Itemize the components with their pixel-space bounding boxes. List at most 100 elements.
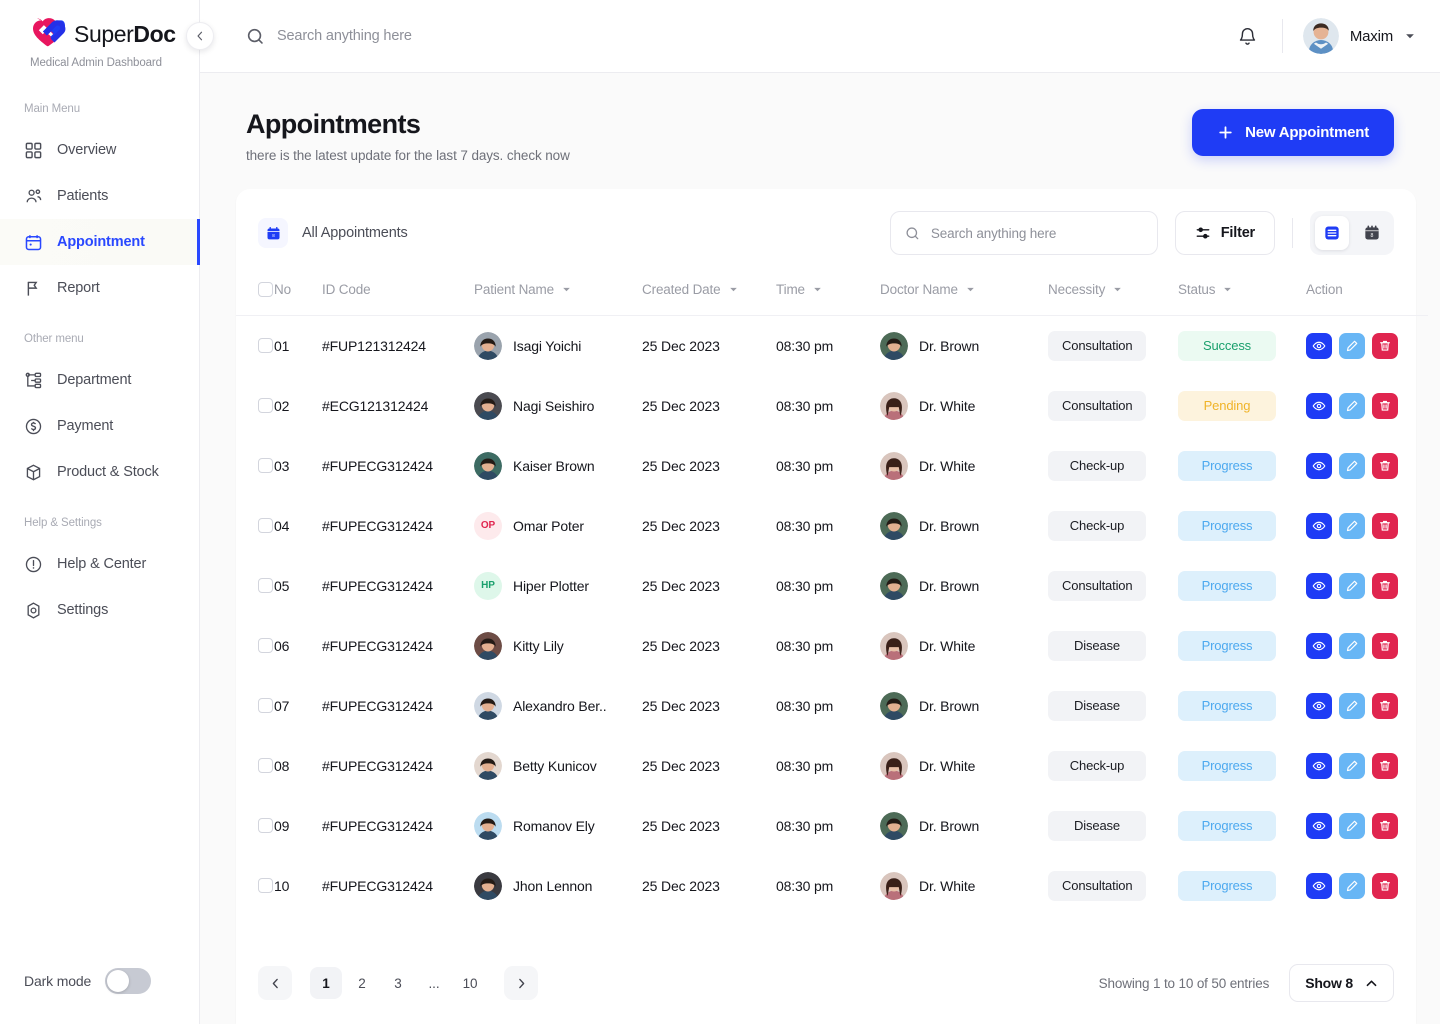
th-created-date[interactable]: Created Date	[642, 273, 776, 316]
row-checkbox[interactable]	[258, 698, 273, 713]
sidebar-item-settings[interactable]: Settings	[0, 587, 199, 633]
table-row[interactable]: 10 #FUPECG312424 Jhon Lennon 25 Dec 2023…	[236, 856, 1428, 916]
row-checkbox[interactable]	[258, 518, 273, 533]
pagination-prev-button[interactable]	[258, 966, 292, 1000]
view-row-button[interactable]	[1306, 752, 1332, 779]
edit-row-button[interactable]	[1339, 812, 1365, 839]
delete-row-button[interactable]	[1372, 512, 1398, 539]
delete-row-button[interactable]	[1372, 452, 1398, 479]
delete-row-button[interactable]	[1372, 692, 1398, 719]
sidebar-item-label: Report	[57, 280, 100, 296]
global-search-input[interactable]	[277, 28, 697, 44]
pagination-next-button[interactable]	[504, 966, 538, 1000]
avatar	[880, 631, 908, 660]
row-checkbox[interactable]	[258, 578, 273, 593]
doctor-name: Dr. Brown	[919, 817, 980, 834]
view-row-button[interactable]	[1306, 812, 1332, 839]
delete-row-button[interactable]	[1372, 392, 1398, 419]
delete-row-button[interactable]	[1372, 332, 1398, 359]
row-checkbox[interactable]	[258, 878, 273, 893]
sidebar-item-department[interactable]: Department	[0, 357, 199, 403]
table-row[interactable]: 03 #FUPECG312424 Kaiser Brown 25 Dec 202…	[236, 436, 1428, 496]
table-search-input[interactable]	[930, 225, 1143, 241]
sidebar-item-appointment[interactable]: Appointment	[0, 219, 200, 265]
delete-row-button[interactable]	[1372, 632, 1398, 659]
edit-row-button[interactable]	[1339, 392, 1365, 419]
table-row[interactable]: 09 #FUPECG312424 Romanov Ely 25 Dec 2023…	[236, 796, 1428, 856]
pagination-page-button[interactable]: 2	[346, 967, 378, 999]
edit-row-button[interactable]	[1339, 452, 1365, 479]
table-row[interactable]: 04 #FUPECG312424 OP Omar Poter 25 Dec 202…	[236, 496, 1428, 556]
row-checkbox[interactable]	[258, 458, 273, 473]
cell-time: 08:30 pm	[776, 337, 834, 354]
table-row[interactable]: 08 #FUPECG312424 Betty Kunicov 25 Dec 20…	[236, 736, 1428, 796]
notifications-button[interactable]	[1230, 18, 1266, 54]
sidebar-item-help-center[interactable]: Help & Center	[0, 541, 199, 587]
view-row-button[interactable]	[1306, 512, 1332, 539]
th-doctor-name[interactable]: Doctor Name	[880, 273, 1048, 316]
sidebar-item-patients[interactable]: Patients	[0, 173, 199, 219]
delete-row-button[interactable]	[1372, 812, 1398, 839]
view-row-button[interactable]	[1306, 572, 1332, 599]
edit-row-button[interactable]	[1339, 752, 1365, 779]
all-appointments-chip[interactable]: 8 All Appointments	[258, 218, 408, 248]
select-all-checkbox[interactable]	[258, 282, 273, 297]
dark-mode-toggle[interactable]	[105, 968, 152, 994]
sidebar-item-payment[interactable]: Payment	[0, 403, 199, 449]
view-row-button[interactable]	[1306, 392, 1332, 419]
view-row-button[interactable]	[1306, 332, 1332, 359]
th-time[interactable]: Time	[776, 273, 880, 316]
toggle-knob	[107, 970, 130, 992]
view-row-button[interactable]	[1306, 632, 1332, 659]
cell-necessity: Check-up	[1048, 436, 1178, 496]
pagination-page-button[interactable]: 10	[454, 967, 486, 999]
edit-row-button[interactable]	[1339, 332, 1365, 359]
delete-row-button[interactable]	[1372, 572, 1398, 599]
edit-row-button[interactable]	[1339, 512, 1365, 539]
page-title: Appointments	[246, 109, 421, 139]
rows-per-page-button[interactable]: Show 8	[1289, 964, 1394, 1002]
filter-button[interactable]: Filter	[1174, 211, 1275, 255]
pagination-page-button[interactable]: 3	[382, 967, 414, 999]
status-badge: Progress	[1178, 510, 1276, 541]
view-row-button[interactable]	[1306, 872, 1332, 899]
dark-mode-row: Dark mode	[0, 968, 199, 1024]
edit-row-button[interactable]	[1339, 692, 1365, 719]
sidebar-item-report[interactable]: Report	[0, 265, 199, 311]
table-row[interactable]: 02 #ECG121312424 Nagi Seishiro 25 Dec 20…	[236, 376, 1428, 436]
patient-name: Isagi Yoichi	[513, 337, 582, 354]
sidebar-collapse-button[interactable]	[186, 22, 214, 50]
table-row[interactable]: 06 #FUPECG312424 Kitty Lily 25 Dec 2023 …	[236, 616, 1428, 676]
table-row[interactable]: 07 #FUPECG312424 Alexandro Ber.. 25 Dec …	[236, 676, 1428, 736]
avatar	[880, 871, 908, 900]
th-action: Action	[1306, 273, 1428, 316]
row-checkbox[interactable]	[258, 338, 273, 354]
edit-row-button[interactable]	[1339, 872, 1365, 899]
edit-row-button[interactable]	[1339, 632, 1365, 659]
table-search[interactable]	[889, 211, 1158, 255]
th-status[interactable]: Status	[1178, 273, 1306, 316]
delete-row-button[interactable]	[1372, 752, 1398, 779]
cell-created-date: 25 Dec 2023	[642, 817, 720, 834]
row-checkbox[interactable]	[258, 398, 273, 413]
new-appointment-button[interactable]: New Appointment	[1192, 109, 1394, 156]
row-checkbox[interactable]	[258, 638, 273, 653]
calendar-chip-icon: 8	[258, 218, 288, 248]
pagination-page-button[interactable]: 1	[310, 967, 342, 999]
row-checkbox[interactable]	[258, 758, 273, 773]
view-calendar-button[interactable]: 8	[1355, 216, 1389, 250]
global-search[interactable]	[246, 27, 1230, 46]
table-row[interactable]: 01 #FUP121312424 Isagi Yoichi 25 Dec 202…	[236, 316, 1428, 376]
row-checkbox[interactable]	[258, 818, 273, 833]
view-row-button[interactable]	[1306, 452, 1332, 479]
sidebar-item-overview[interactable]: Overview	[0, 127, 199, 173]
sidebar-item-product-stock[interactable]: Product & Stock	[0, 449, 199, 495]
table-row[interactable]: 05 #FUPECG312424 HP Hiper Plotter 25 Dec …	[236, 556, 1428, 616]
edit-row-button[interactable]	[1339, 572, 1365, 599]
view-row-button[interactable]	[1306, 692, 1332, 719]
delete-row-button[interactable]	[1372, 872, 1398, 899]
th-necessity[interactable]: Necessity	[1048, 273, 1178, 316]
view-list-button[interactable]	[1315, 216, 1349, 250]
th-patient-name[interactable]: Patient Name	[474, 273, 642, 316]
user-menu[interactable]: Maxim	[1302, 18, 1416, 54]
